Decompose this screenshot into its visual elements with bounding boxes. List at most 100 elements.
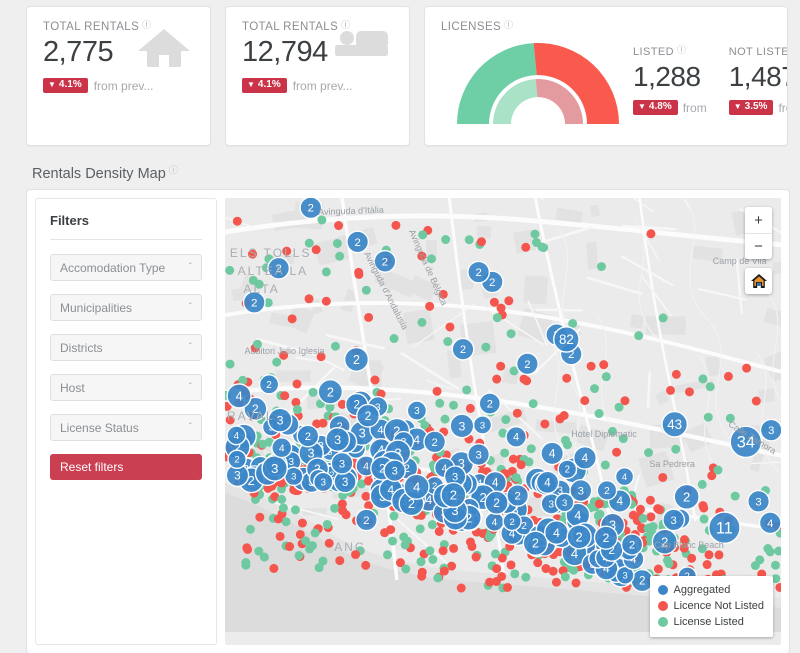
- svg-text:2: 2: [450, 488, 457, 503]
- filter-select-districts[interactable]: Districts ˇ: [50, 334, 202, 361]
- help-icon[interactable]: ⓘ: [504, 18, 513, 31]
- svg-text:2: 2: [532, 537, 539, 551]
- svg-text:2: 2: [308, 203, 314, 215]
- filter-label: Host: [60, 381, 189, 395]
- filter-label: License Status: [60, 421, 189, 435]
- svg-text:3: 3: [339, 458, 345, 470]
- divider: [50, 239, 202, 240]
- svg-text:2: 2: [475, 267, 481, 279]
- svg-text:4: 4: [413, 433, 420, 447]
- map-controls: + −: [745, 207, 772, 294]
- caret-down-icon: ▼: [247, 81, 255, 89]
- filter-select-license-status[interactable]: License Status ˇ: [50, 414, 202, 441]
- legend-item: Licence Not Listed: [658, 598, 765, 614]
- svg-text:2: 2: [365, 409, 372, 423]
- svg-text:3: 3: [671, 515, 677, 527]
- licenses-column-value: 1,288: [633, 61, 707, 93]
- chevron-down-icon: ˇ: [189, 262, 192, 273]
- kpi-title-label: TOTAL RENTALS: [43, 21, 139, 33]
- svg-text:3: 3: [480, 420, 485, 431]
- licenses-card: LICENSES ⓘ LISTED ⓘ: [424, 6, 788, 146]
- map-markers-layer: 3433344442223444243344323322333344222443…: [225, 198, 781, 632]
- delta-value: 3.5%: [745, 102, 768, 112]
- svg-text:82: 82: [559, 332, 574, 347]
- delta-note: from: [778, 101, 788, 115]
- status-badge: ▼ 4.1%: [43, 78, 88, 93]
- svg-text:4: 4: [549, 448, 556, 461]
- svg-text:3: 3: [452, 472, 458, 484]
- legend-label: Licence Not Listed: [674, 598, 765, 614]
- svg-text:3: 3: [768, 425, 774, 437]
- legend-swatch-license-listed: [658, 617, 668, 627]
- rentals-density-map-panel: Filters Accomodation Type ˇ Municipaliti…: [26, 189, 790, 653]
- filters-panel: Filters Accomodation Type ˇ Municipaliti…: [35, 198, 217, 645]
- home-control-group: [745, 268, 772, 294]
- zoom-out-button[interactable]: −: [745, 233, 772, 259]
- svg-text:2: 2: [460, 344, 466, 356]
- svg-text:2: 2: [565, 465, 570, 476]
- kpi-row: TOTAL RENTALS ⓘ 2,775 ▼ 4.1% from prev..…: [0, 0, 800, 152]
- svg-text:3: 3: [271, 461, 278, 476]
- kpi-card-total-rentals-beds: TOTAL RENTALS ⓘ 12,794 ▼ 4.1% from prev.…: [225, 6, 410, 146]
- svg-text:2: 2: [514, 490, 520, 502]
- chevron-down-icon: ˇ: [189, 382, 192, 393]
- chevron-down-icon: ˇ: [189, 302, 192, 313]
- filter-select-accomodation-type[interactable]: Accomodation Type ˇ: [50, 254, 202, 281]
- licenses-column-listed: LISTED ⓘ 1,288 ▼ 4.8% from: [633, 46, 707, 115]
- svg-text:4: 4: [236, 389, 243, 403]
- kpi-delta-row: ▼ 4.1% from prev...: [43, 78, 194, 93]
- svg-text:2: 2: [251, 297, 257, 309]
- page-title: Rentals Density Map ⓘ: [0, 152, 800, 189]
- filter-label: Districts: [60, 341, 189, 355]
- svg-text:2: 2: [355, 237, 361, 249]
- svg-text:4: 4: [622, 472, 627, 482]
- delta-value: 4.1%: [258, 80, 281, 90]
- licenses-stats: LISTED ⓘ 1,288 ▼ 4.8% from NOT LISTED: [633, 32, 788, 115]
- help-icon[interactable]: ⓘ: [677, 43, 686, 56]
- svg-text:4: 4: [279, 443, 285, 454]
- licenses-column-not-listed: NOT LISTED ⓘ 1,487 ▼ 3.5% from: [729, 46, 788, 115]
- chevron-down-icon: ˇ: [189, 342, 192, 353]
- svg-text:3: 3: [414, 406, 420, 417]
- svg-text:43: 43: [667, 417, 682, 432]
- filter-label: Municipalities: [60, 301, 189, 315]
- svg-text:4: 4: [574, 508, 581, 522]
- house-icon: [136, 27, 192, 74]
- svg-text:2: 2: [661, 534, 668, 549]
- filter-select-host[interactable]: Host ˇ: [50, 374, 202, 401]
- home-icon: [751, 274, 767, 288]
- svg-text:4: 4: [377, 424, 383, 436]
- svg-text:2: 2: [252, 402, 259, 416]
- caret-down-icon: ▼: [734, 103, 742, 111]
- home-button[interactable]: [745, 268, 772, 294]
- delta-value: 4.1%: [59, 80, 82, 90]
- svg-text:3: 3: [321, 477, 327, 488]
- svg-text:3: 3: [234, 469, 241, 482]
- svg-text:2: 2: [353, 353, 360, 367]
- svg-text:2: 2: [266, 380, 272, 391]
- svg-text:4: 4: [767, 518, 773, 530]
- map-canvas[interactable]: 3433344442223444243344323322333344222443…: [225, 198, 781, 645]
- svg-text:3: 3: [548, 499, 554, 511]
- help-icon[interactable]: ⓘ: [169, 163, 178, 176]
- svg-text:3: 3: [755, 496, 761, 508]
- svg-text:3: 3: [291, 472, 296, 483]
- delta-note: from: [683, 101, 707, 115]
- svg-text:4: 4: [582, 451, 589, 465]
- svg-text:3: 3: [359, 426, 366, 441]
- svg-text:2: 2: [382, 256, 388, 268]
- svg-text:2: 2: [524, 359, 530, 371]
- kpi-title-label: TOTAL RENTALS: [242, 21, 338, 33]
- legend-label: License Listed: [674, 614, 744, 630]
- filter-select-municipalities[interactable]: Municipalities ˇ: [50, 294, 202, 321]
- svg-text:2: 2: [604, 486, 610, 497]
- reset-filters-button[interactable]: Reset filters: [50, 454, 202, 480]
- zoom-in-button[interactable]: +: [745, 207, 772, 233]
- svg-text:11: 11: [716, 519, 733, 537]
- svg-text:2: 2: [489, 277, 495, 289]
- licenses-delta-row: ▼ 4.8% from: [633, 100, 707, 115]
- legend-swatch-licence-not-listed: [658, 601, 668, 611]
- licenses-body: LISTED ⓘ 1,288 ▼ 4.8% from NOT LISTED: [441, 32, 771, 128]
- kpi-delta-row: ▼ 4.1% from prev...: [242, 78, 393, 93]
- svg-text:4: 4: [492, 477, 499, 490]
